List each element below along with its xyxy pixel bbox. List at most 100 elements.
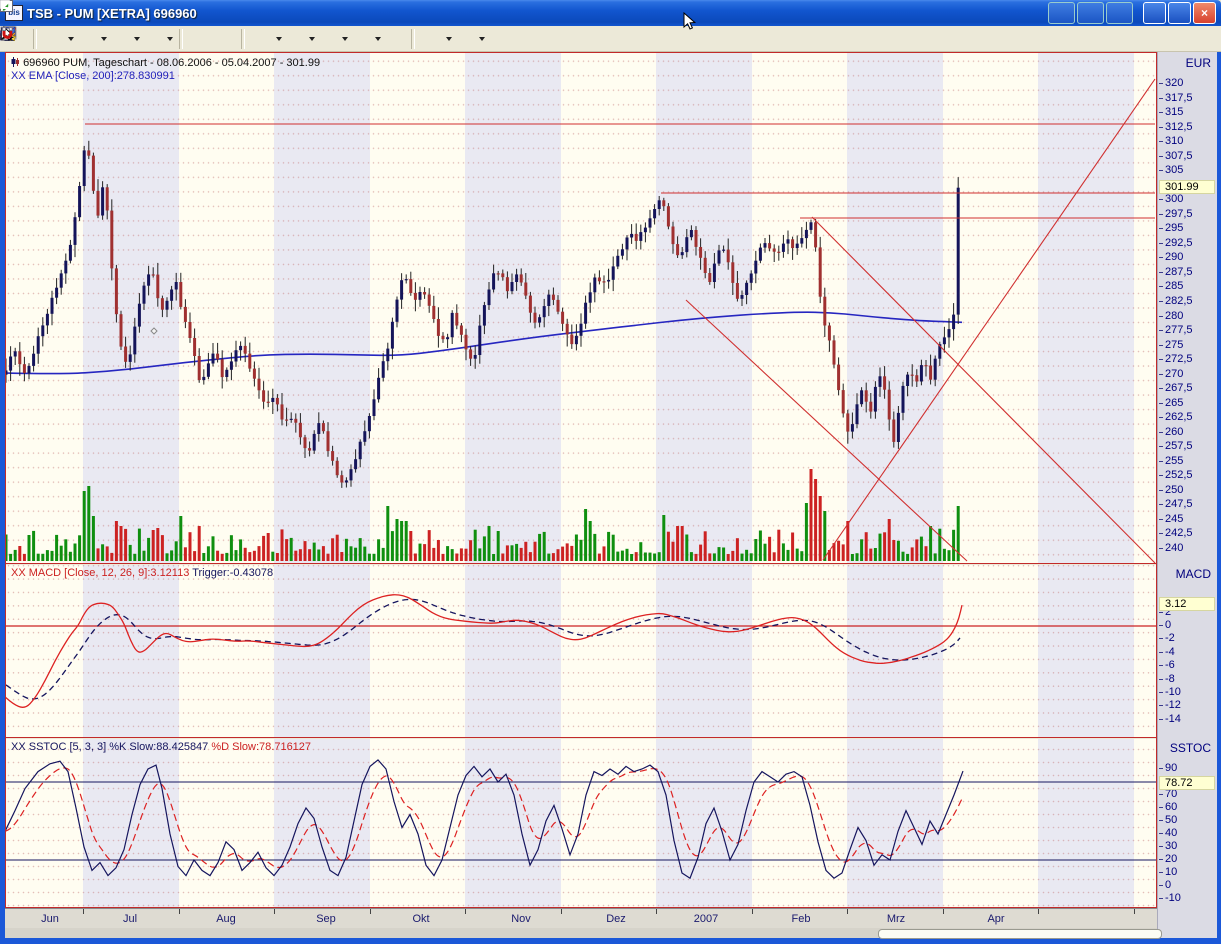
price-pane[interactable]: 696960 PUM, Tageschart - 08.06.2006 - 05… xyxy=(6,53,1156,563)
copy-button[interactable] xyxy=(108,27,132,51)
value-axis-column[interactable]: EUR MACD SSTOC 320317,5315312,5310307,53… xyxy=(1157,52,1217,938)
axis-tick-label: 277,5 xyxy=(1165,324,1193,336)
axis-tick-label: 282,5 xyxy=(1165,295,1193,307)
month-label[interactable]: Apr xyxy=(987,913,1004,925)
open-folder-button[interactable] xyxy=(42,27,66,51)
toolbar: Σ xyxy=(0,26,1221,52)
axis-tick-label: 270 xyxy=(1165,368,1183,380)
axis-tick-label: 245 xyxy=(1165,513,1183,525)
mouse-cursor xyxy=(683,12,699,32)
sstoc-pane[interactable]: XX SSTOC [5, 3, 3] %K Slow:88.425847 %D … xyxy=(6,739,1156,907)
dropdown-caret-icon[interactable] xyxy=(373,28,382,50)
dropdown-caret-icon[interactable] xyxy=(340,28,349,50)
month-tick xyxy=(1038,909,1039,914)
dropdown-caret-icon[interactable] xyxy=(132,28,141,50)
magnet-icon xyxy=(0,26,15,41)
formula-sigma-button[interactable]: Σ xyxy=(349,27,373,51)
axis-tick-label: -8 xyxy=(1165,673,1175,685)
axis-tick-label: 275 xyxy=(1165,339,1183,351)
month-label[interactable]: Mrz xyxy=(887,913,905,925)
indicator-add-button[interactable] xyxy=(283,27,307,51)
chart-back-button[interactable] xyxy=(188,27,212,51)
dropdown-caret-icon[interactable] xyxy=(477,28,486,50)
axis-tick-label: -10 xyxy=(1165,686,1181,698)
month-label[interactable]: Nov xyxy=(511,913,531,925)
axis-tick-label: 257,5 xyxy=(1165,440,1193,452)
maximize-button[interactable] xyxy=(1168,2,1191,24)
month-label[interactable]: Okt xyxy=(412,913,429,925)
axis-tick-label: 30 xyxy=(1165,840,1177,852)
axis-tick-label: 292,5 xyxy=(1165,237,1193,249)
month-label[interactable]: Feb xyxy=(792,913,811,925)
template-button[interactable] xyxy=(382,27,406,51)
axis-tick-label: 320 xyxy=(1165,77,1183,89)
edit-pencil-button[interactable] xyxy=(1106,2,1133,24)
application-window: bis TSB - PUM [XETRA] 696960 × Σ xyxy=(0,0,1221,944)
tile-windows-button[interactable] xyxy=(1048,2,1075,24)
month-label[interactable]: Jun xyxy=(41,913,59,925)
month-tick xyxy=(274,909,275,914)
axis-tick-label: 262,5 xyxy=(1165,411,1193,423)
month-label[interactable]: Jul xyxy=(123,913,137,925)
candle-glyph-icon xyxy=(11,57,20,67)
macd-chart-layer xyxy=(6,565,1156,737)
axis-tick-label: 297,5 xyxy=(1165,208,1193,220)
magnet-button[interactable] xyxy=(486,27,510,51)
axis-tick-label: 307,5 xyxy=(1165,150,1193,162)
minimize-button[interactable] xyxy=(1143,2,1166,24)
dropdown-caret-icon[interactable] xyxy=(444,28,453,50)
axis-tick-label: 20 xyxy=(1165,853,1177,865)
stochastic-chart-layer xyxy=(6,739,1156,907)
draw-line-button[interactable] xyxy=(420,27,444,51)
axis-tick-label: 0 xyxy=(1165,879,1171,891)
favorites-star-button[interactable] xyxy=(1077,2,1104,24)
print-button[interactable] xyxy=(141,27,165,51)
macd-axis-caption: MACD xyxy=(1176,567,1211,581)
sstoc-axis-caption: SSTOC xyxy=(1170,741,1211,755)
macd-pane[interactable]: XX MACD [Close, 12, 26, 9]:3.12113 Trigg… xyxy=(6,565,1156,737)
macd-legend: XX MACD [Close, 12, 26, 9]:3.12113 Trigg… xyxy=(11,567,273,579)
dropdown-caret-icon[interactable] xyxy=(99,28,108,50)
axis-tick-label: 0 xyxy=(1165,619,1171,631)
month-label[interactable]: Sep xyxy=(316,913,336,925)
axis-tick-label: 310 xyxy=(1165,135,1183,147)
indicator-edit-button[interactable] xyxy=(316,27,340,51)
close-button[interactable]: × xyxy=(1193,2,1216,24)
axis-tick-label: -4 xyxy=(1165,646,1175,658)
macd-value-badge: 3.12 xyxy=(1159,597,1215,611)
dropdown-caret-icon[interactable] xyxy=(307,28,316,50)
month-tick xyxy=(561,909,562,914)
chart-forward-button[interactable] xyxy=(212,27,236,51)
sstoc-legend: XX SSTOC [5, 3, 3] %K Slow:88.425847 %D … xyxy=(11,741,311,753)
axis-tick-label: 260 xyxy=(1165,426,1183,438)
dropdown-caret-icon[interactable] xyxy=(274,28,283,50)
month-tick xyxy=(943,909,944,914)
axis-tick-label: 250 xyxy=(1165,484,1183,496)
month-tick xyxy=(370,909,371,914)
horizontal-scrollbar[interactable] xyxy=(878,929,1162,939)
axis-tick-label: 295 xyxy=(1165,222,1183,234)
axis-tick-label: 285 xyxy=(1165,280,1183,292)
axis-tick-label: 242,5 xyxy=(1165,527,1193,539)
pointer-button[interactable] xyxy=(453,27,477,51)
time-axis[interactable]: Jun Jul Aug Sep Okt Nov Dez 2007 Feb Mrz Apr xyxy=(5,908,1157,929)
axis-tick-label: 50 xyxy=(1165,814,1177,826)
axis-tick-label: 312,5 xyxy=(1165,121,1193,133)
price-axis-caption: EUR xyxy=(1186,56,1211,70)
sstoc-value-badge: 78.72 xyxy=(1159,776,1215,790)
month-label[interactable]: Aug xyxy=(216,913,236,925)
title-bar[interactable]: bis TSB - PUM [XETRA] 696960 × xyxy=(0,0,1221,26)
month-tick xyxy=(847,909,848,914)
toolbar-separator xyxy=(33,29,37,49)
month-label[interactable]: 2007 xyxy=(694,913,718,925)
ema-legend: XX EMA [Close, 200]:278.830991 xyxy=(11,70,175,82)
month-label[interactable]: Dez xyxy=(606,913,626,925)
month-tick xyxy=(752,909,753,914)
axis-tick-label: 287,5 xyxy=(1165,266,1193,278)
chart-type-button[interactable] xyxy=(250,27,274,51)
save-button[interactable] xyxy=(75,27,99,51)
axis-tick-label: 280 xyxy=(1165,310,1183,322)
dropdown-caret-icon[interactable] xyxy=(66,28,75,50)
dropdown-caret-icon[interactable] xyxy=(165,28,174,50)
axis-tick-label: 247,5 xyxy=(1165,498,1193,510)
